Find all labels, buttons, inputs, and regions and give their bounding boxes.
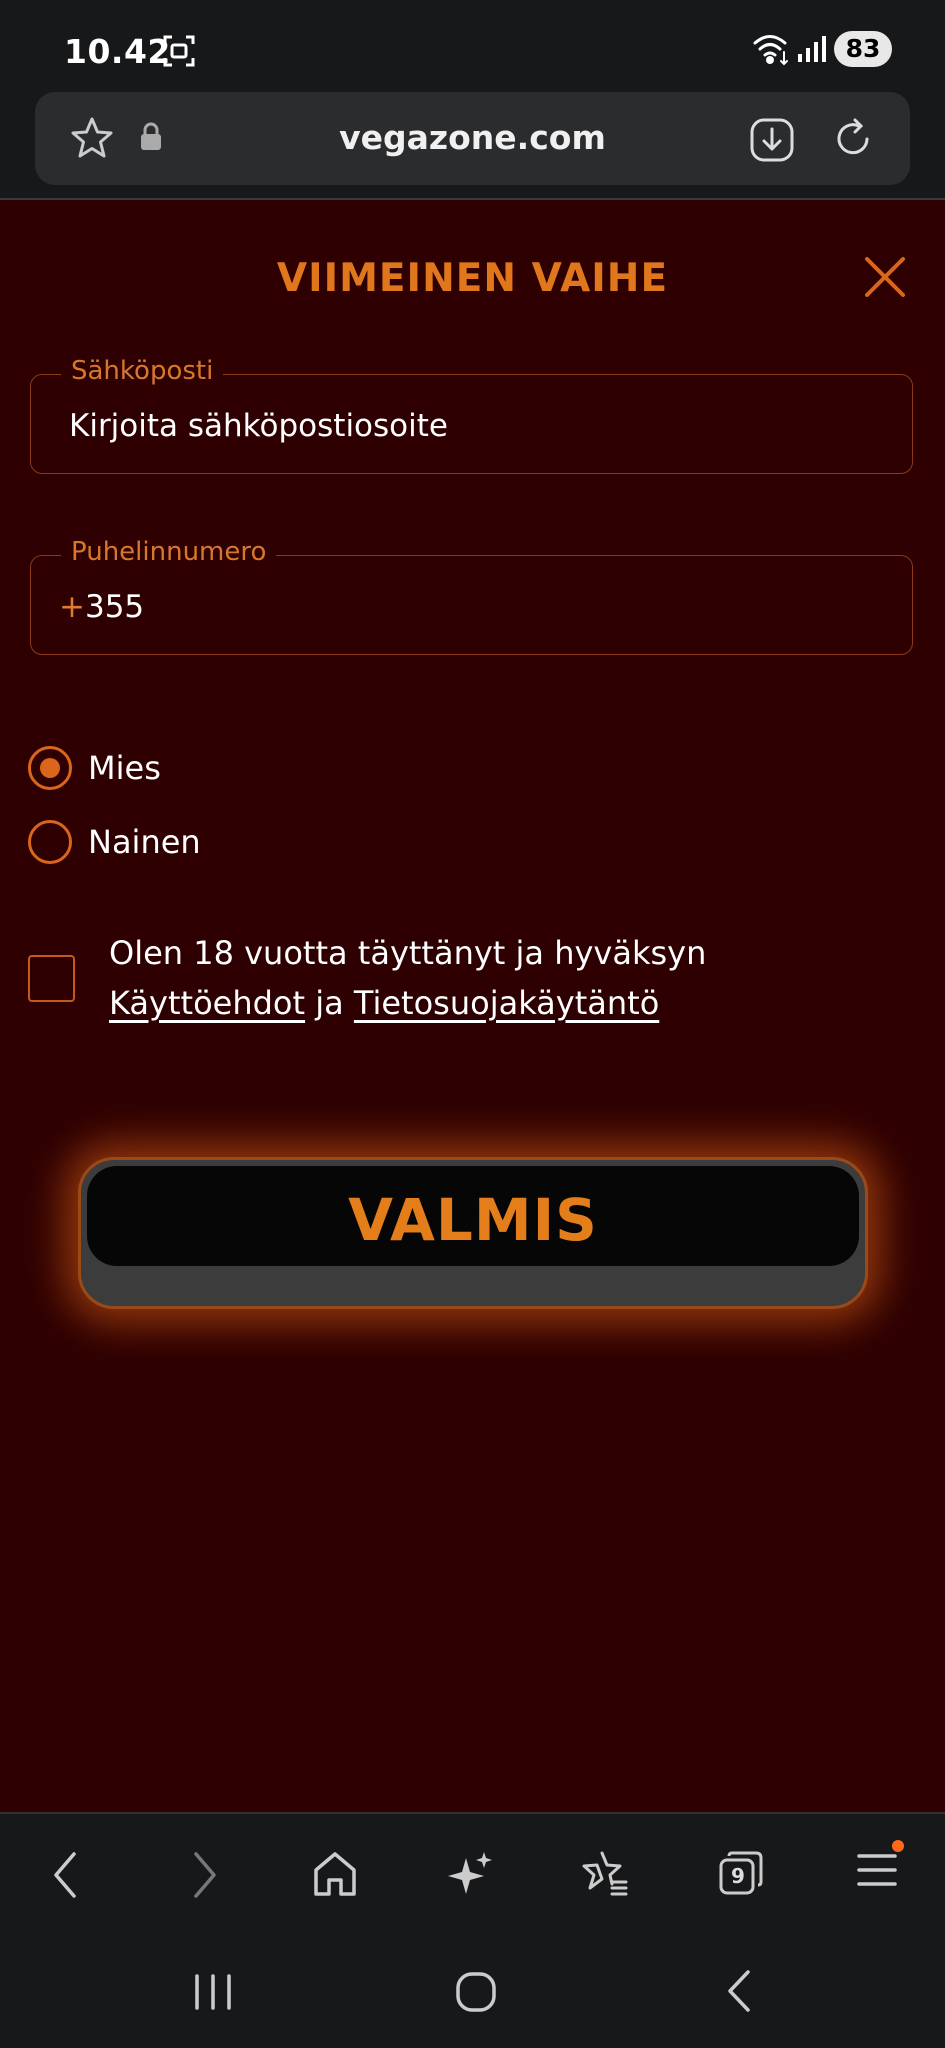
phone-country-code: 355 <box>84 589 145 625</box>
system-navigation-bar <box>0 1940 945 2048</box>
download-icon[interactable] <box>749 117 795 163</box>
tabs-button[interactable]: 9 <box>718 1850 764 1896</box>
terms-joiner: ja <box>305 984 354 1022</box>
form-title: VIIMEINEN VAIHE <box>276 256 669 301</box>
wifi-icon <box>753 35 788 66</box>
status-bar: 10.42 83 <box>0 0 945 92</box>
system-back-icon[interactable] <box>724 1968 754 2014</box>
privacy-policy-link[interactable]: Tietosuojakäytäntö <box>354 984 659 1022</box>
gender-option-male[interactable]: Mies <box>28 746 161 790</box>
phone-plus: + <box>59 589 85 625</box>
terms-line: Olen 18 vuotta täyttänyt ja hyväksyn <box>109 934 707 972</box>
address-bar[interactable]: vegazone.com <box>35 92 910 185</box>
clock: 10.42 <box>64 32 171 71</box>
email-input[interactable]: Kirjoita sähköpostiosoite <box>69 408 448 444</box>
submit-label: VALMIS <box>348 1186 598 1254</box>
home-circle-icon[interactable] <box>454 1970 498 2014</box>
terms-of-use-link[interactable]: Käyttöehdot <box>109 984 305 1022</box>
radio-male[interactable] <box>28 746 72 790</box>
terms-checkbox[interactable] <box>28 955 75 1002</box>
menu-icon <box>857 1854 897 1886</box>
phone-input[interactable]: +355 <box>59 589 144 625</box>
forward-icon[interactable] <box>190 1850 220 1900</box>
browser-bottom-bar: 9 <box>0 1812 945 1942</box>
sparkle-icon[interactable] <box>448 1850 494 1898</box>
gender-option-female[interactable]: Nainen <box>28 820 201 864</box>
radio-label-male: Mies <box>88 749 161 787</box>
tabs-count: 9 <box>731 1864 745 1888</box>
menu-button[interactable] <box>856 1840 904 1890</box>
back-icon[interactable] <box>50 1850 80 1900</box>
radio-label-female: Nainen <box>88 823 201 861</box>
recents-icon[interactable] <box>192 1972 234 2012</box>
bookmarks-icon[interactable] <box>580 1850 630 1898</box>
submit-button[interactable]: VALMIS <box>78 1157 868 1309</box>
email-field[interactable]: Sähköposti Kirjoita sähköpostiosoite <box>30 356 913 474</box>
email-label: Sähköposti <box>61 356 224 386</box>
phone-label: Puhelinnumero <box>61 537 277 567</box>
menu-notification-dot <box>892 1840 904 1852</box>
screenshot-icon <box>163 35 195 67</box>
browser-toolbar: vegazone.com <box>0 92 945 200</box>
close-icon[interactable] <box>864 256 906 298</box>
signal-icon <box>798 36 826 62</box>
reload-icon[interactable] <box>829 115 877 163</box>
submit-button-face[interactable]: VALMIS <box>87 1166 859 1266</box>
radio-female[interactable] <box>28 820 72 864</box>
battery-indicator: 83 <box>834 31 892 67</box>
phone-field[interactable]: Puhelinnumero +355 <box>30 537 913 655</box>
terms-text: Olen 18 vuotta täyttänyt ja hyväksyn Käy… <box>109 928 706 1028</box>
home-icon[interactable] <box>312 1850 358 1898</box>
